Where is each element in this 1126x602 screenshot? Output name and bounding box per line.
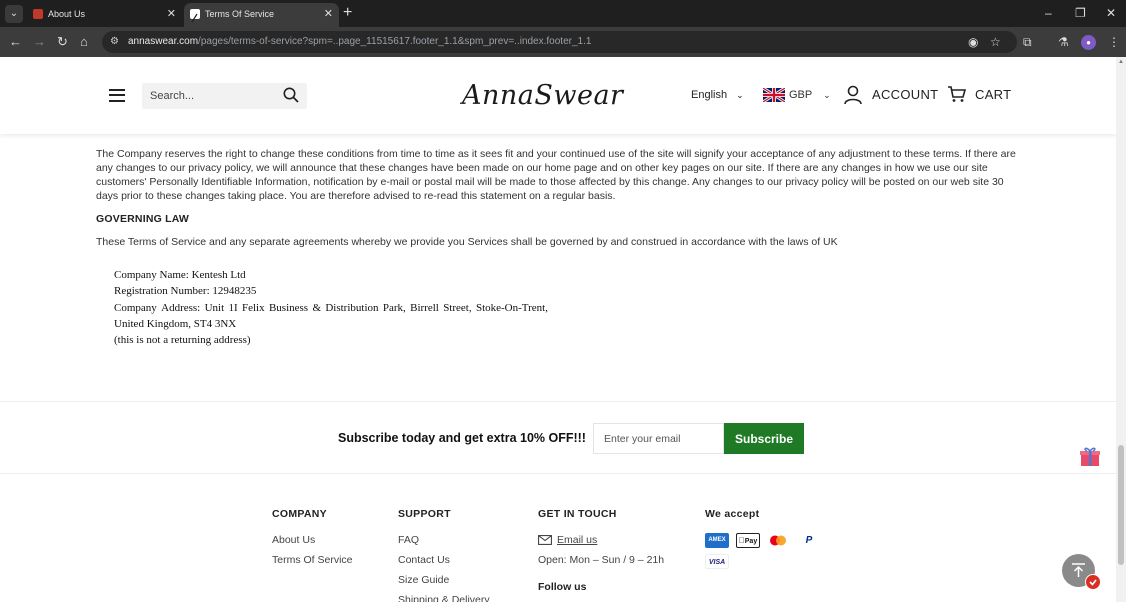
footer-link-size-guide[interactable]: Size Guide xyxy=(398,573,449,587)
tab-close-icon[interactable]: ✕ xyxy=(167,3,176,25)
language-selector[interactable]: English ⌄ xyxy=(691,87,744,103)
lab-flask-icon[interactable]: ⚗ xyxy=(1058,33,1069,51)
url-text: annaswear.com/pages/terms-of-service?spm… xyxy=(128,36,592,47)
footer-company-heading: COMPANY xyxy=(272,508,327,520)
opening-hours: Open: Mon – Sun / 9 – 21h xyxy=(538,554,665,566)
footer-link-contact-us[interactable]: Contact Us xyxy=(398,553,450,567)
currency-label: GBP xyxy=(789,89,813,101)
governing-law-paragraph: These Terms of Service and any separate … xyxy=(96,236,838,248)
extensions-icon[interactable]: ⧉ xyxy=(1023,33,1032,51)
scroll-up-arrow-icon[interactable]: ▲ xyxy=(1118,59,1124,65)
site-header: AnnaSwear English ⌄ GBP ⌄ ACCOUNT xyxy=(0,57,1116,134)
amex-icon: AMEX xyxy=(705,533,729,548)
registration-number: Registration Number: 12948235 xyxy=(114,285,257,298)
maximize-icon[interactable]: ❐ xyxy=(1075,3,1086,23)
page-scrollbar[interactable]: ▲ xyxy=(1116,57,1126,602)
site-info-icon[interactable]: ⚙ xyxy=(110,35,122,48)
divider xyxy=(0,401,1116,402)
tab-about-us[interactable]: About Us ✕ xyxy=(27,3,182,27)
forward-arrow-icon[interactable]: → xyxy=(33,33,46,51)
window-close-icon[interactable]: ✕ xyxy=(1106,3,1116,23)
payments-heading: We accept xyxy=(705,508,760,520)
annaswear-favicon-icon xyxy=(33,9,43,19)
uk-flag-icon xyxy=(763,88,785,102)
address-bar[interactable]: ⚙ annaswear.com/pages/terms-of-service?s… xyxy=(102,31,1017,53)
subscribe-button[interactable]: Subscribe xyxy=(724,423,804,454)
tab-close-icon[interactable]: ✕ xyxy=(324,3,333,25)
browser-menu-icon[interactable]: ⋮ xyxy=(1108,33,1120,51)
chat-badge-icon[interactable] xyxy=(1085,574,1101,590)
profile-avatar[interactable]: ● xyxy=(1081,35,1096,50)
company-info: Company Name: Kentesh Ltd Registration N… xyxy=(114,267,548,348)
annaswear-favicon-icon xyxy=(190,9,200,23)
home-icon[interactable]: ⌂ xyxy=(80,33,88,51)
company-address: Company Address: Unit 1I Felix Business & Distr… xyxy=(114,301,548,314)
search-icon[interactable] xyxy=(283,87,299,103)
scrollbar-thumb[interactable] xyxy=(1118,445,1124,565)
newsletter-email-input[interactable] xyxy=(593,423,724,454)
governing-law-heading: GOVERNING LAW xyxy=(96,213,190,225)
tab-search-button[interactable]: ⌄ xyxy=(5,5,23,23)
language-label: English xyxy=(691,89,728,101)
footer-link-faq[interactable]: FAQ xyxy=(398,533,419,547)
tab-title: Terms Of Service xyxy=(205,9,275,19)
search-input[interactable] xyxy=(150,87,280,105)
account-link[interactable]: ACCOUNT xyxy=(872,87,938,103)
chevron-down-icon: ⌄ xyxy=(823,90,831,100)
tab-title: About Us xyxy=(48,9,86,19)
company-name: Company Name: Kentesh Ltd xyxy=(114,269,246,281)
browser-toolbar: ← → ↻ ⌂ ⚙ annaswear.com/pages/terms-of-s… xyxy=(0,27,1126,57)
new-tab-plus-icon[interactable]: + xyxy=(343,4,352,22)
back-arrow-icon[interactable]: ← xyxy=(9,33,22,51)
email-us-link[interactable]: Email us xyxy=(557,533,597,547)
minimize-icon[interactable]: – xyxy=(1045,3,1052,23)
footer-contact-heading: GET IN TOUCH xyxy=(538,508,617,520)
mastercard-icon xyxy=(767,533,789,548)
footer-link-about-us[interactable]: About Us xyxy=(272,533,315,547)
address-note: (this is not a returning address) xyxy=(114,334,251,347)
follow-us-heading: Follow us xyxy=(538,581,587,593)
divider xyxy=(0,473,1116,474)
chevron-down-icon: ⌄ xyxy=(736,90,744,100)
privacy-changes-paragraph: The Company reserves the right to change… xyxy=(96,148,1016,202)
currency-selector[interactable]: GBP ⌄ xyxy=(789,87,831,103)
mail-icon xyxy=(538,535,552,545)
reload-icon[interactable]: ↻ xyxy=(57,33,68,51)
footer-support-heading: SUPPORT xyxy=(398,508,451,520)
arrow-up-icon xyxy=(1072,563,1085,577)
footer-link-terms[interactable]: Terms Of Service xyxy=(272,553,353,567)
menu-hamburger-icon[interactable] xyxy=(109,89,125,102)
visa-icon: VISA xyxy=(705,554,729,569)
site-logo[interactable]: AnnaSwear xyxy=(462,75,623,117)
browser-tabstrip: ⌄ About Us ✕ Terms Of Service ✕ + – ❐ ✕ xyxy=(0,0,1126,27)
cart-link[interactable]: CART xyxy=(975,87,1011,103)
gift-icon[interactable] xyxy=(1079,446,1101,468)
account-user-icon[interactable] xyxy=(844,85,862,105)
cart-icon[interactable] xyxy=(947,85,966,103)
web-page: AnnaSwear English ⌄ GBP ⌄ ACCOUNT xyxy=(0,57,1116,602)
eye-off-icon[interactable]: ◉ xyxy=(968,33,978,51)
newsletter-text: Subscribe today and get extra 10% OFF!!! xyxy=(338,431,586,445)
bookmark-star-icon[interactable]: ☆ xyxy=(990,33,1001,51)
company-address-line2: United Kingdom, ST4 3NX xyxy=(114,317,237,330)
tab-terms-of-service[interactable]: Terms Of Service ✕ xyxy=(184,3,339,27)
apple-pay-icon: Pay xyxy=(736,533,760,548)
paypal-icon: P xyxy=(797,533,821,548)
footer-link-shipping[interactable]: Shipping & Delivery xyxy=(398,593,490,602)
